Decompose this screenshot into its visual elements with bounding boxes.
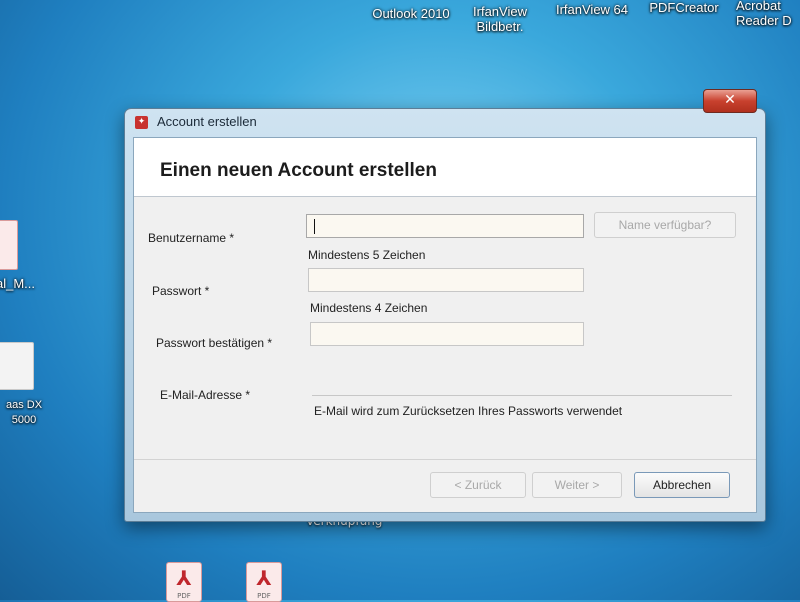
- desktop-icon-irfanview64[interactable]: IrfanView 64: [548, 2, 636, 17]
- username-hint: Mindestens 5 Zeichen: [308, 248, 426, 262]
- desktop-icon-text: al_M...: [0, 276, 36, 291]
- email-label: E-Mail-Adresse *: [160, 388, 251, 402]
- desktop-icon-label: Acrobat: [736, 0, 781, 13]
- title-bar[interactable]: ✦ Account erstellen: [125, 109, 765, 135]
- password-confirm-input[interactable]: [310, 322, 584, 346]
- password-confirm-label: Passwort bestätigen *: [156, 336, 273, 350]
- desktop-icon-acrobat[interactable]: Acrobat Reader D: [736, 0, 800, 28]
- username-label: Benutzername *: [148, 231, 235, 245]
- pdf-file-icon[interactable]: ⅄ PDF: [166, 562, 202, 602]
- wizard-footer: < Zurück Weiter > Abbrechen: [134, 459, 756, 512]
- desktop-icon-label: Outlook 2010: [372, 6, 450, 21]
- back-button[interactable]: < Zurück: [430, 472, 526, 498]
- page-title: Einen neuen Account erstellen: [160, 160, 437, 181]
- desktop-icon-label: PDFCreator: [649, 0, 719, 15]
- email-input[interactable]: [312, 372, 732, 396]
- account-dialog: ✦ Account erstellen ✕ Einen neuen Accoun…: [124, 89, 766, 522]
- password-hint: Mindestens 4 Zeichen: [310, 301, 428, 315]
- file-icon[interactable]: [0, 220, 18, 270]
- wizard-header: Einen neuen Account erstellen: [134, 138, 756, 197]
- password-input[interactable]: [308, 268, 584, 292]
- desktop-icon-label[interactable]: al_M...: [0, 276, 42, 291]
- desktop-icon-label: Bildbetr.: [476, 19, 524, 34]
- password-label: Passwort *: [152, 284, 210, 298]
- next-button[interactable]: Weiter >: [532, 472, 622, 498]
- pdf-file-icon[interactable]: ⅄ PDF: [246, 562, 282, 602]
- check-name-button[interactable]: Name verfügbar?: [594, 212, 736, 238]
- email-hint: E-Mail wird zum Zurücksetzen Ihres Passw…: [314, 404, 623, 418]
- pdf-icon-label: PDF: [257, 592, 271, 600]
- username-input[interactable]: [306, 214, 584, 238]
- app-icon: ✦: [135, 116, 148, 129]
- pdf-glyph: ⅄: [176, 566, 192, 590]
- desktop-icon-pdfcreator[interactable]: PDFCreator: [642, 0, 726, 15]
- document-icon[interactable]: [0, 342, 34, 390]
- desktop-icon-outlook[interactable]: Outlook 2010: [366, 6, 456, 21]
- dialog-content: Einen neuen Account erstellen Benutzerna…: [133, 137, 757, 513]
- pdf-glyph: ⅄: [256, 566, 272, 590]
- desktop-icon-text: 5000: [11, 414, 37, 426]
- desktop-icon-label: IrfanView 64: [555, 2, 629, 17]
- desktop-icon-label[interactable]: aas DX 5000: [0, 398, 50, 428]
- desktop-icon-text: aas DX: [5, 399, 43, 411]
- window-title: Account erstellen: [157, 114, 257, 129]
- close-button[interactable]: ✕: [703, 89, 757, 113]
- cancel-button[interactable]: Abbrechen: [634, 472, 730, 498]
- desktop-icon-label: IrfanView: [473, 4, 527, 19]
- desktop-icon-label: Reader D: [736, 13, 792, 28]
- desktop-icon-irfanview[interactable]: IrfanView Bildbetr.: [462, 4, 538, 34]
- text-caret: [314, 219, 315, 234]
- pdf-icon-label: PDF: [177, 592, 191, 600]
